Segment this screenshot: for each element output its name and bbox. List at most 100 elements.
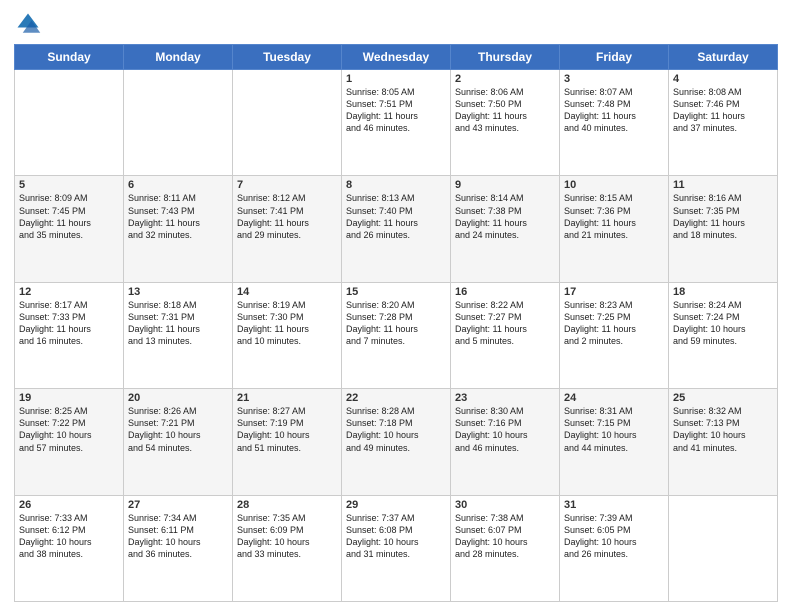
day-info: Sunrise: 8:25 AM Sunset: 7:22 PM Dayligh… [19, 405, 119, 454]
day-number: 5 [19, 179, 119, 191]
page: SundayMondayTuesdayWednesdayThursdayFrid… [0, 0, 792, 612]
day-info: Sunrise: 8:13 AM Sunset: 7:40 PM Dayligh… [346, 192, 446, 241]
day-info: Sunrise: 8:31 AM Sunset: 7:15 PM Dayligh… [564, 405, 664, 454]
empty-cell [233, 70, 342, 176]
day-number: 14 [237, 286, 337, 298]
day-info: Sunrise: 7:33 AM Sunset: 6:12 PM Dayligh… [19, 512, 119, 561]
day-info: Sunrise: 8:32 AM Sunset: 7:13 PM Dayligh… [673, 405, 773, 454]
day-number: 21 [237, 392, 337, 404]
day-info: Sunrise: 8:30 AM Sunset: 7:16 PM Dayligh… [455, 405, 555, 454]
empty-cell [124, 70, 233, 176]
day-number: 10 [564, 179, 664, 191]
day-number: 16 [455, 286, 555, 298]
day-cell-23: 23Sunrise: 8:30 AM Sunset: 7:16 PM Dayli… [451, 389, 560, 495]
day-number: 18 [673, 286, 773, 298]
empty-cell [669, 495, 778, 601]
day-cell-6: 6Sunrise: 8:11 AM Sunset: 7:43 PM Daylig… [124, 176, 233, 282]
day-cell-25: 25Sunrise: 8:32 AM Sunset: 7:13 PM Dayli… [669, 389, 778, 495]
day-cell-3: 3Sunrise: 8:07 AM Sunset: 7:48 PM Daylig… [560, 70, 669, 176]
day-number: 30 [455, 499, 555, 511]
week-row-2: 5Sunrise: 8:09 AM Sunset: 7:45 PM Daylig… [15, 176, 778, 282]
day-number: 19 [19, 392, 119, 404]
day-info: Sunrise: 8:17 AM Sunset: 7:33 PM Dayligh… [19, 299, 119, 348]
day-cell-2: 2Sunrise: 8:06 AM Sunset: 7:50 PM Daylig… [451, 70, 560, 176]
day-cell-21: 21Sunrise: 8:27 AM Sunset: 7:19 PM Dayli… [233, 389, 342, 495]
day-info: Sunrise: 8:08 AM Sunset: 7:46 PM Dayligh… [673, 86, 773, 135]
day-number: 27 [128, 499, 228, 511]
day-number: 15 [346, 286, 446, 298]
day-info: Sunrise: 7:34 AM Sunset: 6:11 PM Dayligh… [128, 512, 228, 561]
day-number: 31 [564, 499, 664, 511]
day-cell-17: 17Sunrise: 8:23 AM Sunset: 7:25 PM Dayli… [560, 282, 669, 388]
weekday-friday: Friday [560, 45, 669, 70]
day-number: 24 [564, 392, 664, 404]
day-info: Sunrise: 8:26 AM Sunset: 7:21 PM Dayligh… [128, 405, 228, 454]
day-cell-22: 22Sunrise: 8:28 AM Sunset: 7:18 PM Dayli… [342, 389, 451, 495]
day-number: 6 [128, 179, 228, 191]
day-number: 20 [128, 392, 228, 404]
day-info: Sunrise: 8:11 AM Sunset: 7:43 PM Dayligh… [128, 192, 228, 241]
empty-cell [15, 70, 124, 176]
weekday-header-row: SundayMondayTuesdayWednesdayThursdayFrid… [15, 45, 778, 70]
day-number: 2 [455, 73, 555, 85]
day-number: 4 [673, 73, 773, 85]
day-cell-24: 24Sunrise: 8:31 AM Sunset: 7:15 PM Dayli… [560, 389, 669, 495]
day-number: 28 [237, 499, 337, 511]
day-cell-10: 10Sunrise: 8:15 AM Sunset: 7:36 PM Dayli… [560, 176, 669, 282]
day-info: Sunrise: 8:24 AM Sunset: 7:24 PM Dayligh… [673, 299, 773, 348]
day-cell-26: 26Sunrise: 7:33 AM Sunset: 6:12 PM Dayli… [15, 495, 124, 601]
day-cell-27: 27Sunrise: 7:34 AM Sunset: 6:11 PM Dayli… [124, 495, 233, 601]
day-info: Sunrise: 8:28 AM Sunset: 7:18 PM Dayligh… [346, 405, 446, 454]
day-number: 29 [346, 499, 446, 511]
day-number: 22 [346, 392, 446, 404]
day-info: Sunrise: 7:38 AM Sunset: 6:07 PM Dayligh… [455, 512, 555, 561]
day-number: 11 [673, 179, 773, 191]
day-info: Sunrise: 7:37 AM Sunset: 6:08 PM Dayligh… [346, 512, 446, 561]
logo [14, 10, 45, 38]
day-cell-14: 14Sunrise: 8:19 AM Sunset: 7:30 PM Dayli… [233, 282, 342, 388]
day-cell-15: 15Sunrise: 8:20 AM Sunset: 7:28 PM Dayli… [342, 282, 451, 388]
day-number: 8 [346, 179, 446, 191]
day-cell-31: 31Sunrise: 7:39 AM Sunset: 6:05 PM Dayli… [560, 495, 669, 601]
day-number: 12 [19, 286, 119, 298]
day-info: Sunrise: 8:06 AM Sunset: 7:50 PM Dayligh… [455, 86, 555, 135]
day-cell-20: 20Sunrise: 8:26 AM Sunset: 7:21 PM Dayli… [124, 389, 233, 495]
weekday-wednesday: Wednesday [342, 45, 451, 70]
day-cell-4: 4Sunrise: 8:08 AM Sunset: 7:46 PM Daylig… [669, 70, 778, 176]
day-cell-29: 29Sunrise: 7:37 AM Sunset: 6:08 PM Dayli… [342, 495, 451, 601]
day-cell-12: 12Sunrise: 8:17 AM Sunset: 7:33 PM Dayli… [15, 282, 124, 388]
weekday-tuesday: Tuesday [233, 45, 342, 70]
day-number: 9 [455, 179, 555, 191]
day-cell-18: 18Sunrise: 8:24 AM Sunset: 7:24 PM Dayli… [669, 282, 778, 388]
calendar-table: SundayMondayTuesdayWednesdayThursdayFrid… [14, 44, 778, 602]
day-number: 25 [673, 392, 773, 404]
weekday-saturday: Saturday [669, 45, 778, 70]
day-cell-28: 28Sunrise: 7:35 AM Sunset: 6:09 PM Dayli… [233, 495, 342, 601]
day-cell-9: 9Sunrise: 8:14 AM Sunset: 7:38 PM Daylig… [451, 176, 560, 282]
day-cell-1: 1Sunrise: 8:05 AM Sunset: 7:51 PM Daylig… [342, 70, 451, 176]
day-info: Sunrise: 8:20 AM Sunset: 7:28 PM Dayligh… [346, 299, 446, 348]
week-row-3: 12Sunrise: 8:17 AM Sunset: 7:33 PM Dayli… [15, 282, 778, 388]
header [14, 10, 778, 38]
day-info: Sunrise: 8:09 AM Sunset: 7:45 PM Dayligh… [19, 192, 119, 241]
day-cell-8: 8Sunrise: 8:13 AM Sunset: 7:40 PM Daylig… [342, 176, 451, 282]
day-info: Sunrise: 7:39 AM Sunset: 6:05 PM Dayligh… [564, 512, 664, 561]
day-info: Sunrise: 8:05 AM Sunset: 7:51 PM Dayligh… [346, 86, 446, 135]
day-info: Sunrise: 7:35 AM Sunset: 6:09 PM Dayligh… [237, 512, 337, 561]
logo-icon [14, 10, 42, 38]
week-row-5: 26Sunrise: 7:33 AM Sunset: 6:12 PM Dayli… [15, 495, 778, 601]
day-number: 17 [564, 286, 664, 298]
weekday-monday: Monday [124, 45, 233, 70]
day-info: Sunrise: 8:16 AM Sunset: 7:35 PM Dayligh… [673, 192, 773, 241]
day-number: 23 [455, 392, 555, 404]
day-info: Sunrise: 8:18 AM Sunset: 7:31 PM Dayligh… [128, 299, 228, 348]
day-number: 7 [237, 179, 337, 191]
day-info: Sunrise: 8:12 AM Sunset: 7:41 PM Dayligh… [237, 192, 337, 241]
week-row-1: 1Sunrise: 8:05 AM Sunset: 7:51 PM Daylig… [15, 70, 778, 176]
day-number: 26 [19, 499, 119, 511]
day-cell-11: 11Sunrise: 8:16 AM Sunset: 7:35 PM Dayli… [669, 176, 778, 282]
week-row-4: 19Sunrise: 8:25 AM Sunset: 7:22 PM Dayli… [15, 389, 778, 495]
day-number: 1 [346, 73, 446, 85]
weekday-sunday: Sunday [15, 45, 124, 70]
day-cell-19: 19Sunrise: 8:25 AM Sunset: 7:22 PM Dayli… [15, 389, 124, 495]
